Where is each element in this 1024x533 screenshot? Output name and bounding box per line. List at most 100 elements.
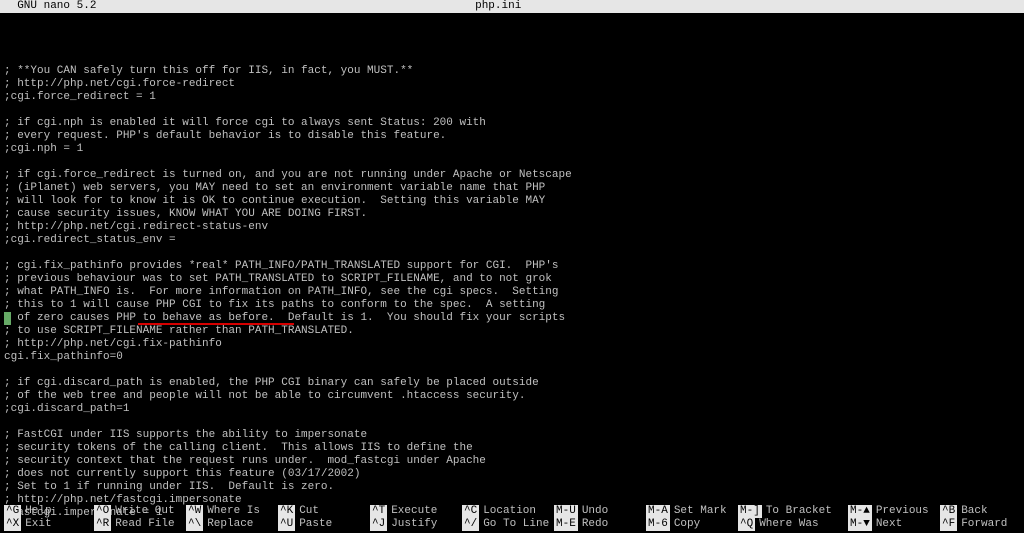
shortcut-key: ^G xyxy=(4,505,21,518)
editor-line[interactable] xyxy=(4,416,1020,429)
shortcut-label: Execute xyxy=(391,505,437,518)
shortcut-label: Read File xyxy=(115,518,174,531)
shortcut-item[interactable]: ^G Help xyxy=(4,505,94,518)
shortcut-item[interactable]: M-▲ Previous xyxy=(848,505,940,518)
shortcut-item[interactable]: M-A Set Mark xyxy=(646,505,738,518)
shortcut-key: ^O xyxy=(94,505,111,518)
editor-line[interactable]: ; http://php.net/cgi.redirect-status-env xyxy=(4,221,1020,234)
shortcut-item[interactable]: M-E Redo xyxy=(554,518,646,531)
editor-line[interactable]: ; previous behaviour was to set PATH_TRA… xyxy=(4,273,1020,286)
editor-line[interactable]: ; FastCGI under IIS supports the ability… xyxy=(4,429,1020,442)
shortcut-label: Previous xyxy=(876,505,929,518)
shortcut-label: Where Was xyxy=(759,518,818,531)
editor-line[interactable]: ; every request. PHP's default behavior … xyxy=(4,130,1020,143)
editor-line[interactable]: ; if cgi.force_redirect is turned on, an… xyxy=(4,169,1020,182)
shortcut-label: Copy xyxy=(674,518,700,531)
shortcut-bar: ^G Help ^O Write Out ^W Where Is ^K Cut ^TExecut… xyxy=(0,505,1024,533)
editor-line[interactable] xyxy=(4,364,1020,377)
shortcut-item[interactable]: ^UPaste xyxy=(278,518,370,531)
shortcut-key: M-A xyxy=(646,505,670,518)
shortcut-key: M-▲ xyxy=(848,505,872,518)
shortcut-key: ^W xyxy=(186,505,203,518)
editor-line[interactable]: ;cgi.redirect_status_env = xyxy=(4,234,1020,247)
highlight-underline xyxy=(138,323,294,325)
shortcut-key: ^\ xyxy=(186,518,203,531)
shortcut-item[interactable]: ^/Go To Line xyxy=(462,518,554,531)
editor-line[interactable]: ; will look for to know it is OK to cont… xyxy=(4,195,1020,208)
shortcut-item[interactable]: ^J Justify xyxy=(370,518,462,531)
editor-line[interactable]: ;cgi.nph = 1 xyxy=(4,143,1020,156)
shortcut-key: ^F xyxy=(940,518,957,531)
text-cursor xyxy=(4,312,11,325)
editor-line[interactable]: ; of the web tree and people will not be… xyxy=(4,390,1020,403)
shortcut-item[interactable]: ^K Cut xyxy=(278,505,370,518)
shortcut-label: Write Out xyxy=(115,505,174,518)
editor-line[interactable]: ; cause security issues, KNOW WHAT YOU A… xyxy=(4,208,1020,221)
shortcut-key: M-] xyxy=(738,505,762,518)
shortcut-key: ^B xyxy=(940,505,957,518)
shortcut-label: Back xyxy=(961,505,987,518)
shortcut-item[interactable]: M-6Copy xyxy=(646,518,738,531)
editor-line[interactable]: cgi.fix_pathinfo=0 xyxy=(4,351,1020,364)
shortcut-item[interactable]: ^W Where Is xyxy=(186,505,278,518)
shortcut-item[interactable]: ^X Exit xyxy=(4,518,94,531)
editor-line[interactable]: ; does not currently support this featur… xyxy=(4,468,1020,481)
shortcut-label: Help xyxy=(25,505,51,518)
shortcut-label: Where Is xyxy=(207,505,260,518)
shortcut-label: Set Mark xyxy=(674,505,727,518)
shortcut-label: Paste xyxy=(299,518,332,531)
shortcut-item[interactable]: ^CLocation xyxy=(462,505,554,518)
editor-line[interactable]: ; if cgi.discard_path is enabled, the PH… xyxy=(4,377,1020,390)
file-name: php.ini xyxy=(96,0,900,13)
editor-content[interactable]: ; **You CAN safely turn this off for IIS… xyxy=(0,13,1024,533)
shortcut-key: ^C xyxy=(462,505,479,518)
shortcut-item[interactable]: M-] To Bracket xyxy=(738,505,848,518)
shortcut-label: Next xyxy=(876,518,902,531)
shortcut-key: M-E xyxy=(554,518,578,531)
editor-line[interactable]: ; http://php.net/cgi.fix-pathinfo xyxy=(4,338,1020,351)
shortcut-label: Forward xyxy=(961,518,1007,531)
editor-line[interactable]: ; security tokens of the calling client.… xyxy=(4,442,1020,455)
editor-line[interactable]: ; security context that the request runs… xyxy=(4,455,1020,468)
shortcut-label: Undo xyxy=(582,505,608,518)
editor-line[interactable] xyxy=(4,247,1020,260)
shortcut-item[interactable]: M-▼ Next xyxy=(848,518,940,531)
shortcut-item[interactable]: ^TExecute xyxy=(370,505,462,518)
shortcut-key: ^J xyxy=(370,518,387,531)
shortcut-label: Cut xyxy=(299,505,319,518)
shortcut-item[interactable]: ^R Read File xyxy=(94,518,186,531)
editor-line[interactable]: ; this to 1 will cause PHP CGI to fix it… xyxy=(4,299,1020,312)
shortcut-key: ^X xyxy=(4,518,21,531)
editor-line[interactable]: ; Set to 1 if running under IIS. Default… xyxy=(4,481,1020,494)
shortcut-key: ^/ xyxy=(462,518,479,531)
editor-line[interactable] xyxy=(4,104,1020,117)
shortcut-label: Exit xyxy=(25,518,51,531)
editor-line[interactable]: ; to use SCRIPT_FILENAME rather than PAT… xyxy=(4,325,1020,338)
shortcut-label: To Bracket xyxy=(766,505,832,518)
title-bar: GNU nano 5.2 php.ini xyxy=(0,0,1024,13)
shortcut-item[interactable]: M-U Undo xyxy=(554,505,646,518)
shortcut-label: Justify xyxy=(391,518,437,531)
shortcut-item[interactable]: ^\ Replace xyxy=(186,518,278,531)
shortcut-label: Redo xyxy=(582,518,608,531)
editor-line[interactable] xyxy=(4,156,1020,169)
shortcut-item[interactable]: ^O Write Out xyxy=(94,505,186,518)
shortcut-item[interactable]: ^F Forward xyxy=(940,518,1010,531)
shortcut-key: M-U xyxy=(554,505,578,518)
shortcut-key: M-▼ xyxy=(848,518,872,531)
editor-line[interactable]: ; if cgi.nph is enabled it will force cg… xyxy=(4,117,1020,130)
editor-line[interactable]: ; http://php.net/cgi.force-redirect xyxy=(4,78,1020,91)
shortcut-key: ^Q xyxy=(738,518,755,531)
editor-line[interactable]: ; (iPlanet) web servers, you MAY need to… xyxy=(4,182,1020,195)
shortcut-label: Replace xyxy=(207,518,253,531)
app-name: GNU nano 5.2 xyxy=(4,0,96,13)
editor-line[interactable]: ; what PATH_INFO is. For more informatio… xyxy=(4,286,1020,299)
editor-line[interactable]: ; cgi.fix_pathinfo provides *real* PATH_… xyxy=(4,260,1020,273)
shortcut-key: ^R xyxy=(94,518,111,531)
editor-line[interactable]: ;cgi.discard_path=1 xyxy=(4,403,1020,416)
shortcut-item[interactable]: ^Q Where Was xyxy=(738,518,848,531)
shortcut-item[interactable]: ^B Back xyxy=(940,505,1010,518)
editor-line[interactable]: ;cgi.force_redirect = 1 xyxy=(4,91,1020,104)
editor-line[interactable]: ; **You CAN safely turn this off for IIS… xyxy=(4,65,1020,78)
shortcut-key: ^K xyxy=(278,505,295,518)
